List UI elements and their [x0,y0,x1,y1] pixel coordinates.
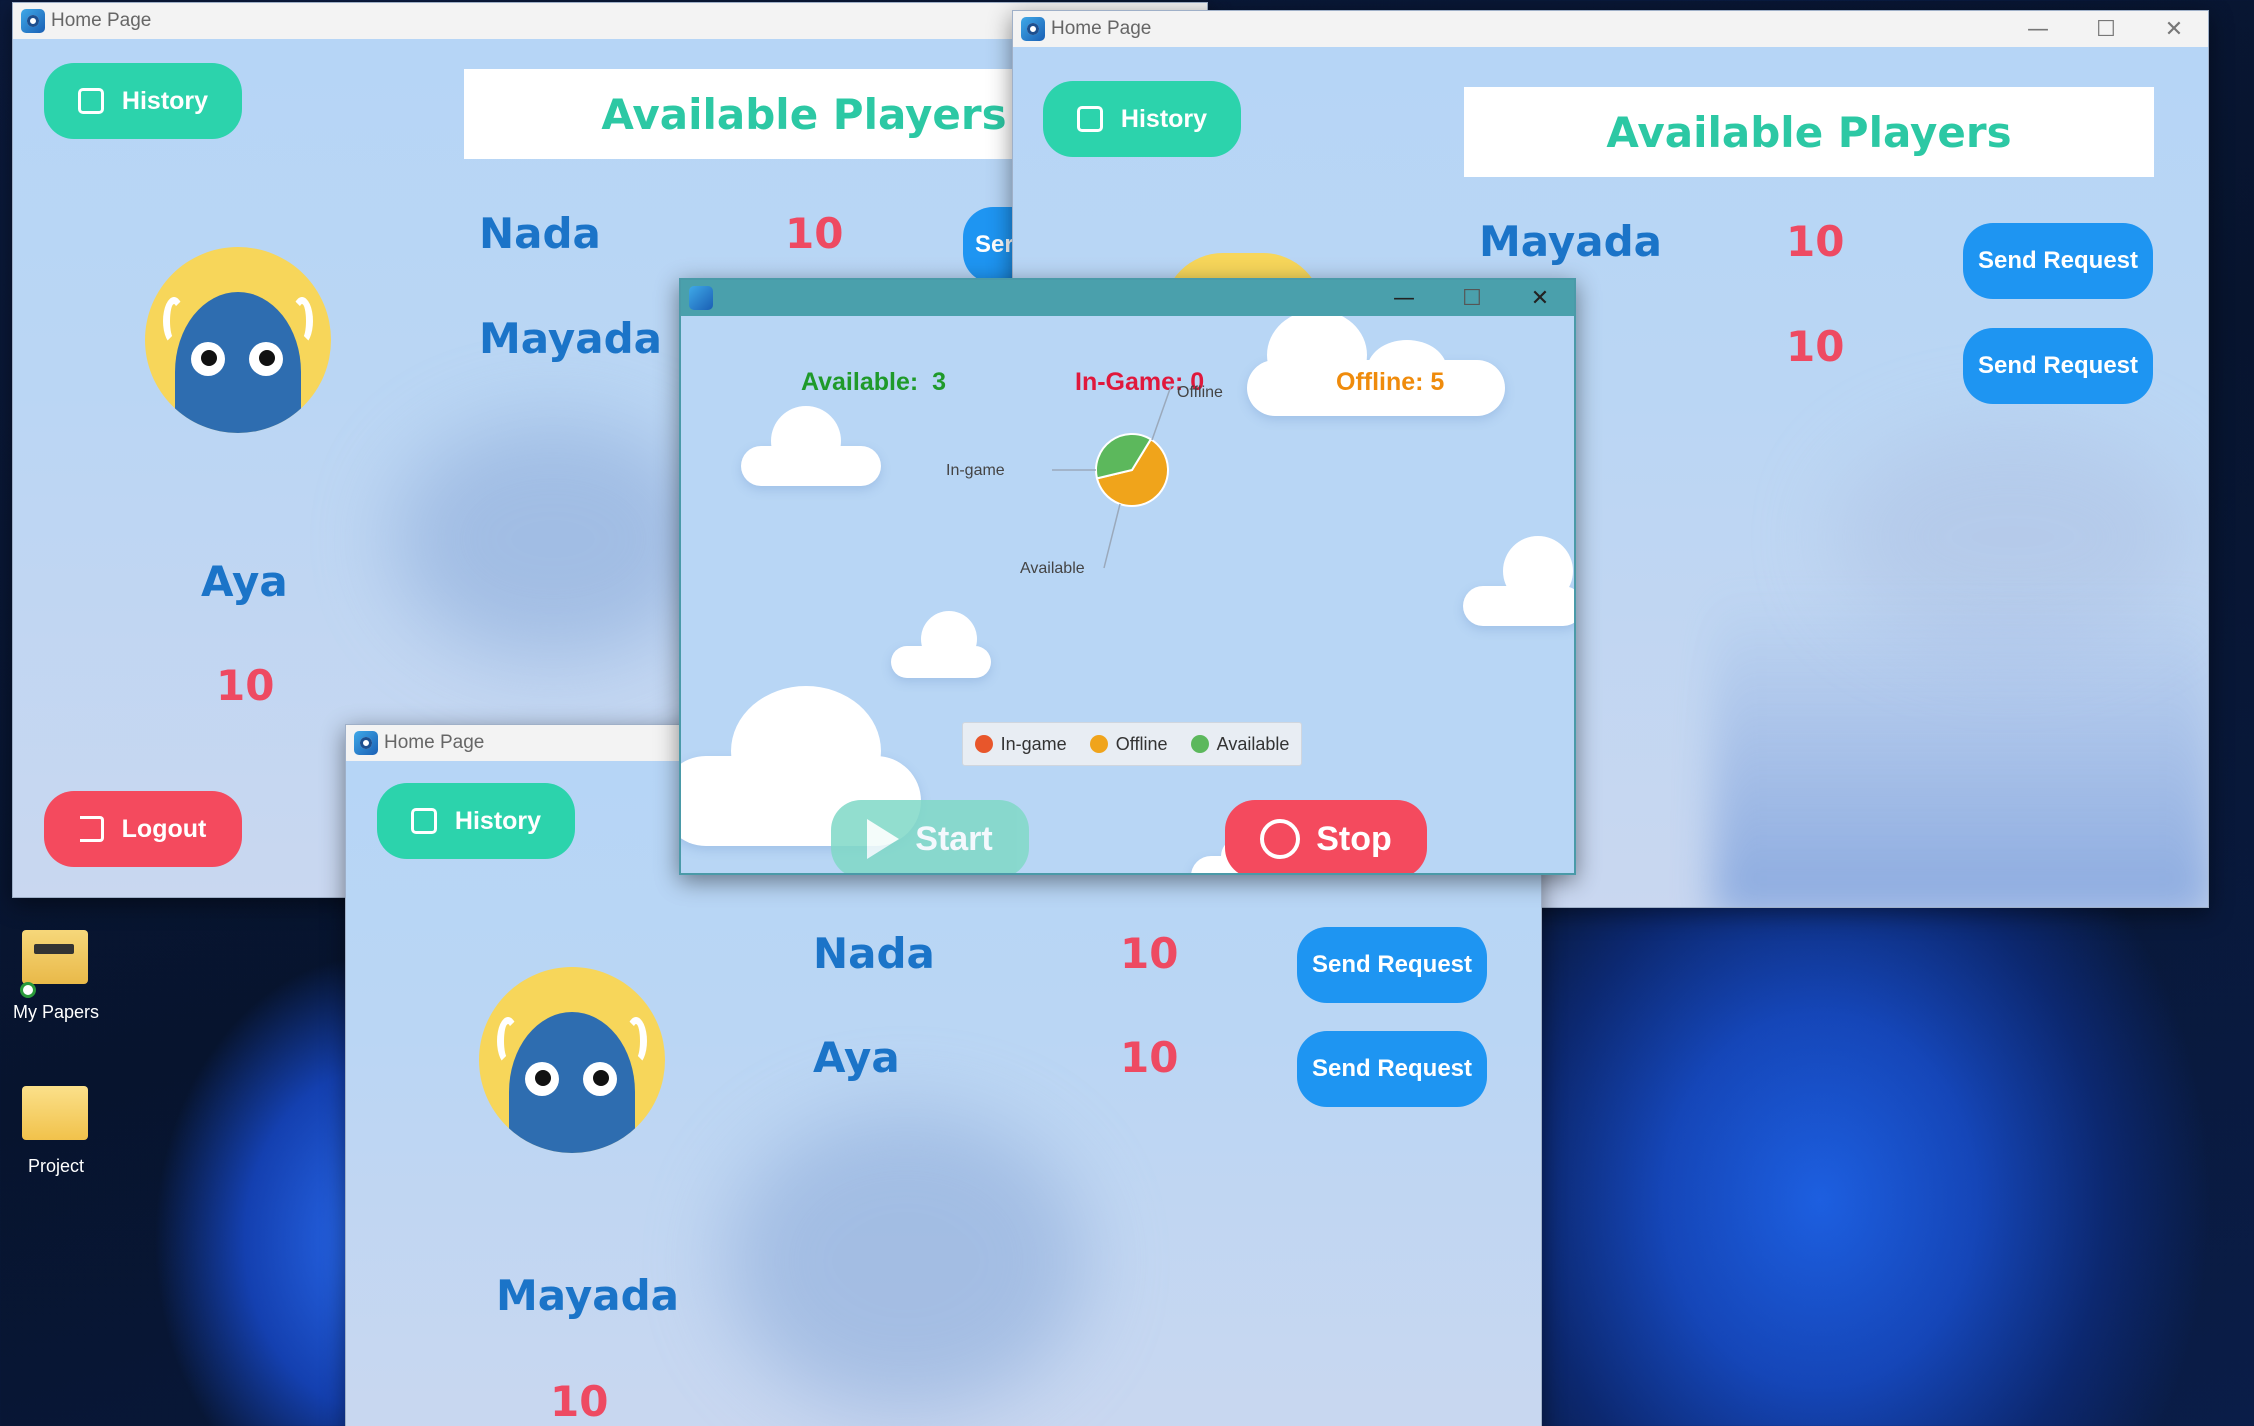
avatar-eye [249,342,283,376]
avatar-horn [497,1017,519,1065]
player-score: 10 [1120,929,1179,978]
player-score: 10 [1786,217,1845,266]
app-icon [21,9,45,33]
play-icon [867,819,900,859]
current-player-score: 10 [550,1377,609,1426]
app-icon [1021,17,1045,41]
app-icon [689,286,713,310]
pie-label: In-game [946,462,1005,479]
pie-leader-line [1151,385,1172,441]
send-request-button[interactable]: Send Request [1297,927,1487,1003]
logout-button[interactable]: Logout [44,791,242,867]
send-request-button[interactable]: Send Request [1963,223,2153,299]
title-bar[interactable]: — ☐ ✕ [681,280,1574,316]
player-score: 10 [1786,322,1845,371]
minimize-button[interactable]: — [1370,280,1438,316]
pie-leader-line [1103,503,1121,569]
avatar-eye [525,1062,559,1096]
stats-window: — ☐ ✕ Available: 3 In-Game: 0 Offline: 5… [679,278,1576,875]
window-title: Home Page [1051,18,1152,39]
player-name: Mayada [479,314,662,363]
logout-label: Logout [121,814,207,843]
avatar-eye [583,1062,617,1096]
maximize-button[interactable]: ☐ [2072,11,2140,47]
available-players-title: Available Players [1464,87,2154,177]
start-button[interactable]: Start [831,800,1029,873]
send-request-button[interactable]: Send Request [1963,328,2153,404]
avatar-horn [625,1017,647,1065]
legend-label: In-game [1000,733,1067,754]
history-icon [77,88,104,114]
legend-item-offline: Offline [1089,733,1168,755]
chart-legend: In-game Offline Available [962,722,1302,766]
history-button[interactable]: History [1043,81,1241,157]
current-player-name: Mayada [496,1271,679,1320]
history-label: History [1120,104,1208,133]
stop-label: Stop [1316,819,1392,858]
maximize-button[interactable]: ☐ [1438,280,1506,316]
player-name: Aya [813,1033,900,1082]
history-label: History [454,806,542,835]
avatar-horn [163,297,185,345]
start-label: Start [915,819,993,858]
send-request-label: Ser [975,231,1014,258]
app-icon [354,731,378,755]
player-name: Nada [479,209,601,258]
history-label: History [121,86,209,115]
background-blur [726,1111,1086,1411]
avatar [145,247,331,433]
legend-label: Offline [1115,733,1168,754]
current-player-name: Aya [201,557,288,606]
window-title: Home Page [51,10,152,31]
logout-icon [79,816,104,842]
history-button[interactable]: History [377,783,575,859]
legend-dot [974,734,993,753]
history-icon [1076,106,1103,132]
legend-item-available: Available [1190,733,1290,755]
history-icon [410,808,437,834]
player-score: 10 [785,209,844,258]
desktop-icon-label: Project [27,1156,85,1176]
pie-label: Available [1020,560,1085,577]
current-player-score: 10 [216,661,275,710]
close-button[interactable]: ✕ [2140,11,2208,47]
avatar [479,967,665,1153]
window-title: Home Page [384,732,485,753]
folder-icon [22,1086,88,1140]
legend-label: Available [1216,733,1290,754]
stats-body: Available: 3 In-Game: 0 Offline: 5 Offli… [681,316,1574,873]
stop-button[interactable]: Stop [1225,800,1427,873]
avatar-eye [191,342,225,376]
legend-dot [1190,734,1209,753]
player-name: Nada [813,929,935,978]
history-button[interactable]: History [44,63,242,139]
sync-check-icon [20,982,36,998]
pie-label: Offline [1177,384,1223,401]
background-blur [1713,587,2208,907]
title-bar[interactable]: Home Page — ☐ ✕ [1013,11,2208,47]
folder-icon [22,930,88,984]
player-name: Mayada [1479,217,1662,266]
send-request-button[interactable]: Send Request [1297,1031,1487,1107]
available-players-text: Available Players [601,89,1007,139]
stop-icon [1260,819,1301,859]
avatar-horn [291,297,313,345]
background-blur [393,419,713,659]
status-pie-chart: Offline In-game Available [946,384,1223,577]
close-button[interactable]: ✕ [1506,280,1574,316]
desktop-icon-label: My Papers [12,1002,100,1022]
minimize-button[interactable]: — [2004,11,2072,47]
legend-dot [1089,734,1108,753]
legend-item-ingame: In-game [974,733,1067,755]
player-score: 10 [1120,1033,1179,1082]
